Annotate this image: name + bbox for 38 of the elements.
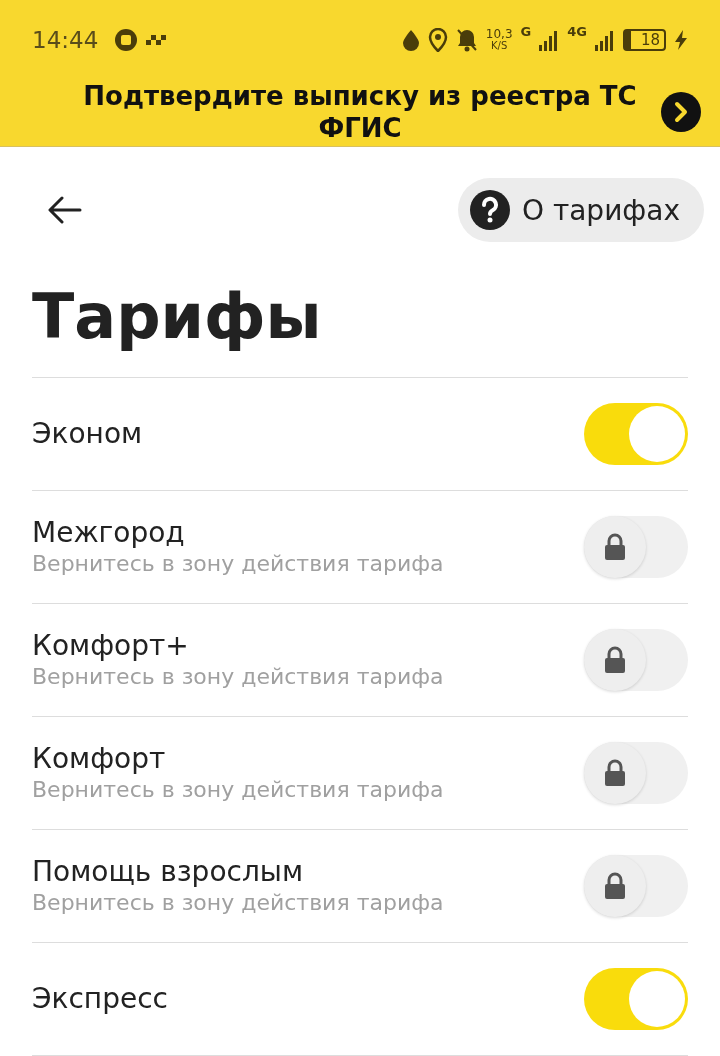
tariff-hint: Вернитесь в зону действия тарифа — [32, 889, 444, 917]
tariff-toggle[interactable] — [584, 855, 688, 917]
lock-icon — [604, 646, 626, 674]
app-icon — [114, 28, 139, 52]
back-arrow-icon[interactable] — [48, 196, 82, 224]
banner-text[interactable]: Подтвердите выписку из реестра ТС ФГИС — [60, 80, 660, 144]
tariff-hint: Вернитесь в зону действия тарифа — [32, 776, 444, 804]
lock-icon — [604, 533, 626, 561]
lock-icon — [604, 872, 626, 900]
tariff-name: Межгород — [32, 516, 186, 550]
tariff-name: Эконом — [32, 417, 143, 451]
about-tariffs-button[interactable]: О тарифах — [457, 178, 704, 242]
tariff-toggle[interactable] — [584, 742, 688, 804]
question-icon — [469, 190, 510, 230]
drop-icon — [401, 29, 420, 51]
checker-icon — [146, 34, 169, 46]
tariff-name: Экспресс — [32, 982, 168, 1016]
location-icon — [427, 28, 448, 52]
status-time: 14:44 — [32, 27, 99, 53]
tariff-hint: Вернитесь в зону действия тарифа — [32, 550, 444, 578]
tariff-toggle[interactable] — [584, 516, 688, 578]
tariff-name: Комфорт — [32, 742, 167, 776]
tariff-toggle[interactable] — [584, 629, 688, 691]
chevron-right-icon[interactable] — [660, 91, 702, 133]
bell-off-icon — [455, 28, 478, 52]
speed-unit: K/S — [491, 40, 508, 52]
tariff-name: Комфорт+ — [32, 629, 190, 663]
network-type: 4G — [567, 24, 587, 39]
signal-icon — [539, 29, 560, 51]
speed-value: 10,3 — [485, 28, 513, 40]
network-type: G — [520, 24, 532, 39]
tariff-name: Помощь взрослым — [32, 855, 305, 889]
signal-icon — [594, 29, 615, 51]
lock-icon — [604, 759, 626, 787]
tariff-hint: Вернитесь в зону действия тарифа — [32, 663, 444, 691]
battery-level: 18 — [622, 29, 666, 51]
page-title: Тарифы — [32, 279, 323, 355]
charging-icon — [674, 29, 688, 51]
